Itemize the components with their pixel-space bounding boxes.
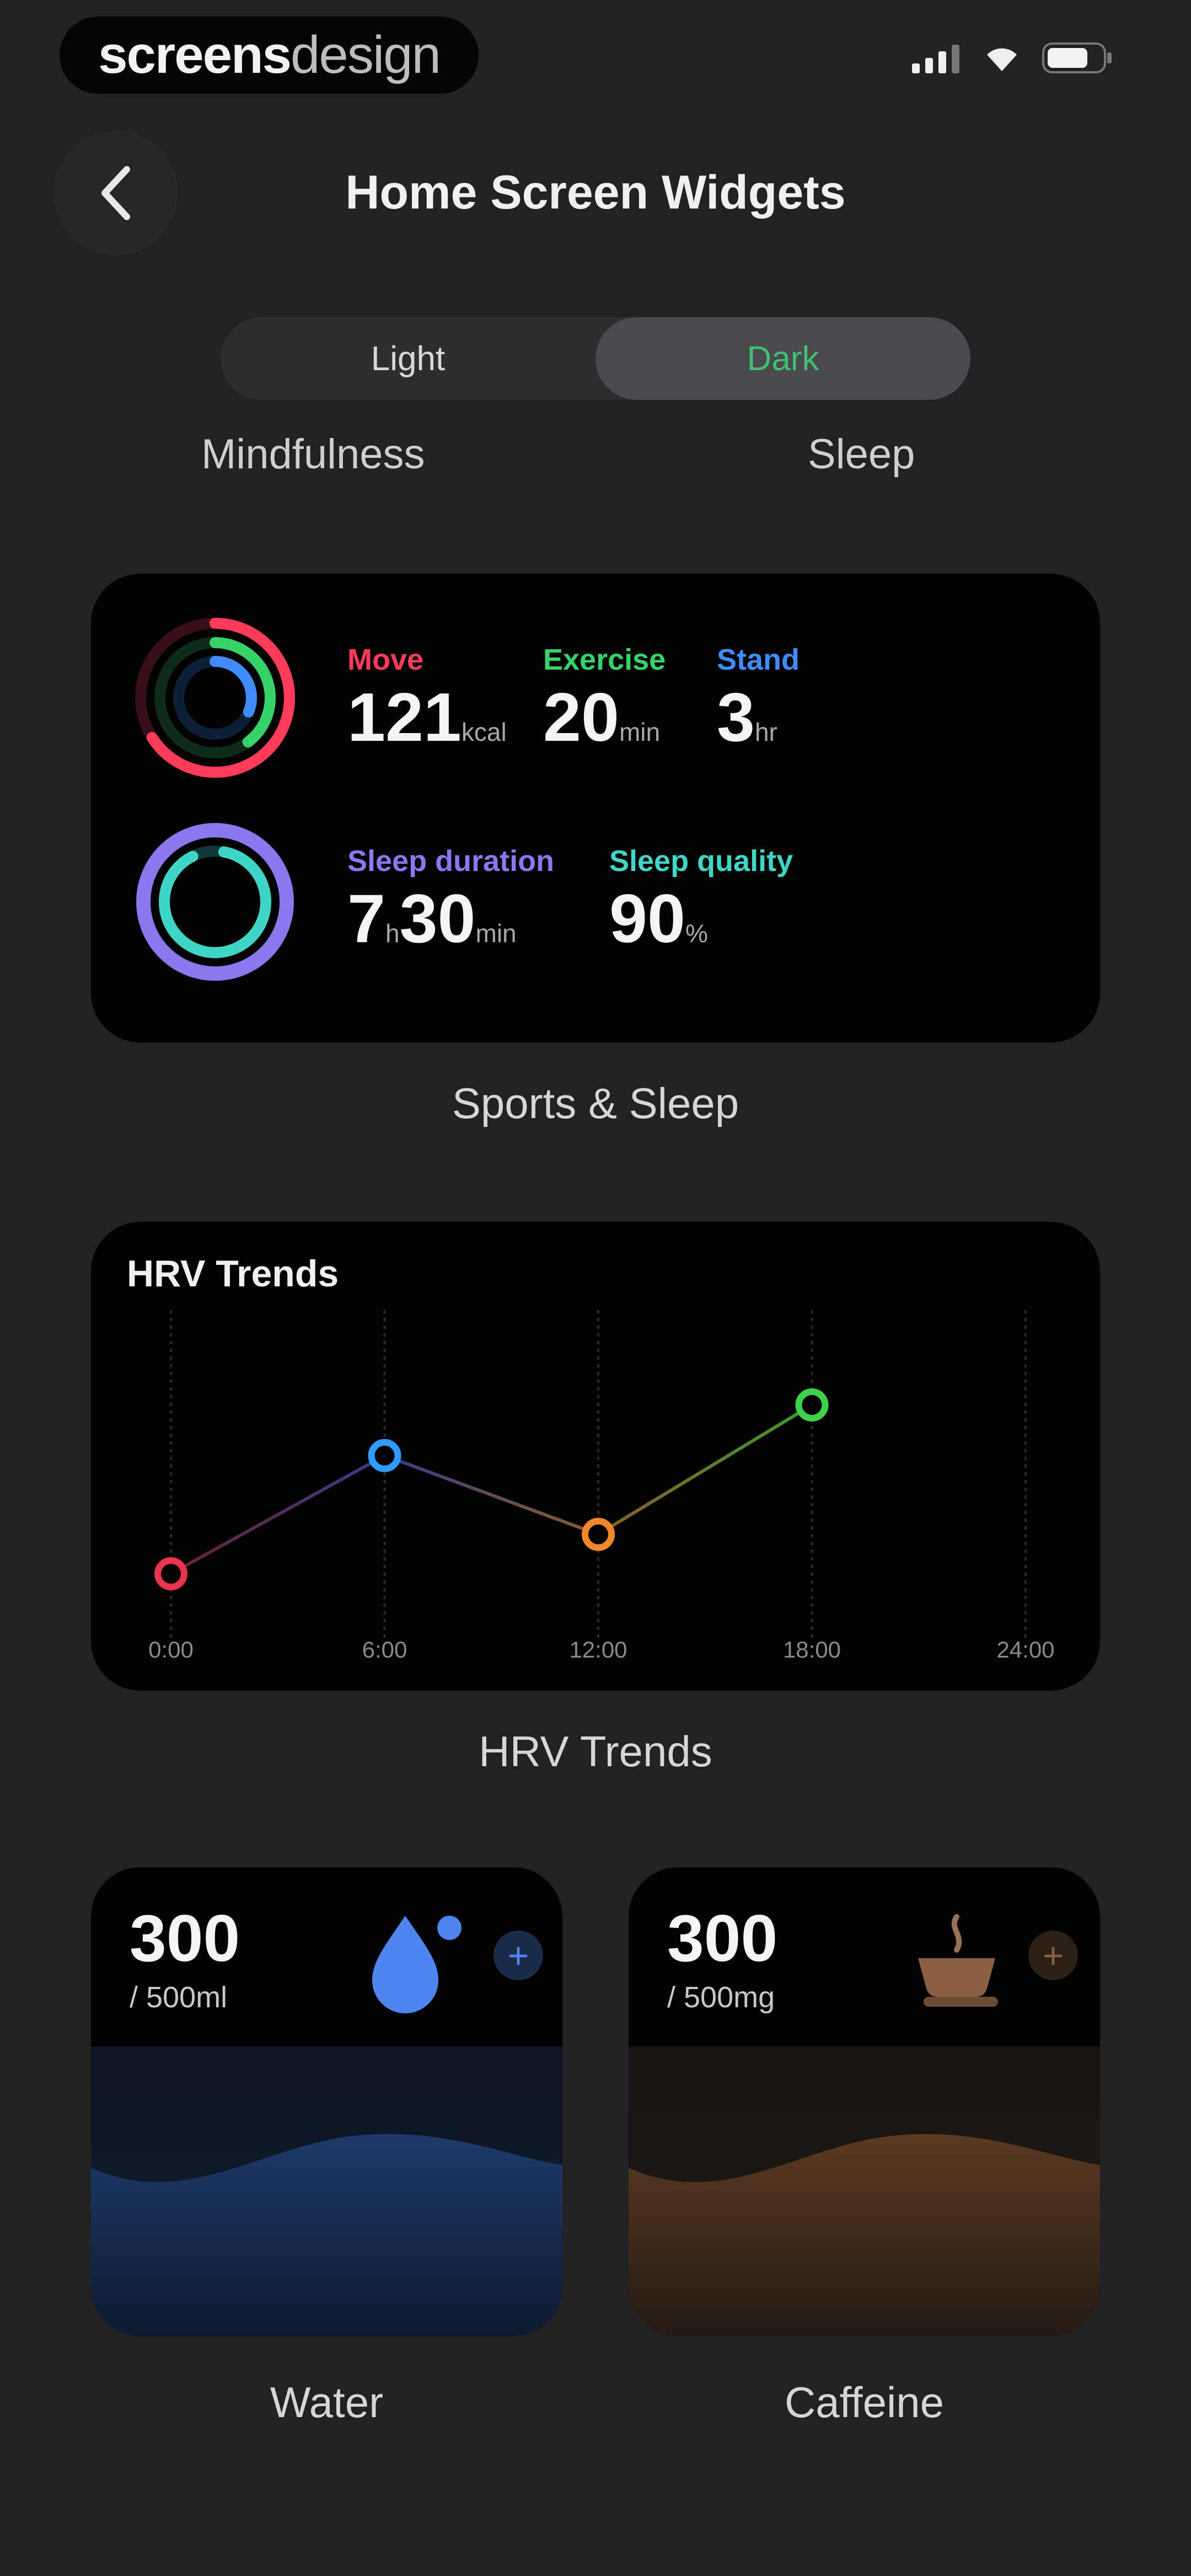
water-goal: / 500ml (130, 1981, 228, 2014)
exercise-value: 20 (543, 680, 619, 756)
caffeine-goal: / 500mg (667, 1981, 775, 2014)
brand-logo: screens design (60, 17, 479, 94)
wifi-icon (987, 48, 1017, 71)
category-tab-mindfulness[interactable]: Mindfulness (201, 430, 425, 478)
hrv-x-tick-label: 6:00 (362, 1637, 407, 1663)
move-label: Move (347, 643, 424, 676)
sleep-minutes-unit: min (475, 919, 517, 948)
sleep-duration-metric: 7h30min (347, 880, 517, 958)
move-value: 121 (347, 680, 462, 756)
brand-logo-text-light: design (291, 25, 441, 84)
caffeine-wave-fill (629, 2046, 1100, 2336)
status-icons (912, 41, 1114, 74)
sleep-rings-icon (136, 823, 294, 981)
caffeine-value: 300 (667, 1901, 778, 1975)
hrv-line-chart: 0:00 6:00 12:00 18:00 24:00 (148, 1310, 1055, 1663)
stand-value: 3 (717, 680, 755, 756)
water-caption: Water (270, 2378, 384, 2427)
segment-dark[interactable]: Dark (596, 317, 970, 400)
sleep-quality-unit: % (685, 919, 708, 948)
plus-icon: + (507, 1935, 529, 1976)
exercise-unit: min (619, 718, 661, 746)
hrv-series-line (170, 1403, 813, 1575)
hrv-x-tick-label: 12:00 (569, 1637, 627, 1663)
hrv-x-tick-label: 18:00 (783, 1637, 841, 1663)
coffee-cup-icon (918, 1914, 998, 2007)
stand-unit: hr (754, 718, 777, 746)
hrv-caption: HRV Trends (479, 1727, 712, 1776)
sleep-hours-unit: h (385, 919, 400, 948)
caffeine-add-button[interactable]: + (1028, 1931, 1078, 1980)
sleep-minutes-value: 30 (399, 881, 476, 957)
sleep-hours-value: 7 (347, 881, 385, 957)
sleep-quality-value: 90 (609, 881, 685, 957)
segment-light[interactable]: Light (221, 317, 596, 400)
water-drop-icon (372, 1916, 462, 2013)
cellular-signal-icon (912, 45, 959, 73)
theme-segmented-control: Light Dark (221, 317, 970, 400)
exercise-label: Exercise (543, 643, 666, 676)
water-add-button[interactable]: + (493, 1931, 543, 1980)
sleep-quality-label: Sleep quality (609, 845, 793, 878)
category-tab-sleep[interactable]: Sleep (808, 430, 915, 478)
activity-rings-icon (135, 618, 295, 778)
page-title: Home Screen Widgets (345, 166, 846, 219)
battery-icon (1042, 42, 1112, 73)
water-wave-fill (91, 2046, 562, 2336)
sleep-duration-label: Sleep duration (347, 845, 555, 878)
stand-metric: 3hr (717, 678, 777, 757)
hrv-data-point (582, 1517, 615, 1551)
hrv-data-point (368, 1439, 401, 1472)
move-metric: 121kcal (347, 678, 507, 757)
hrv-data-point (795, 1388, 829, 1421)
hrv-x-tick-label: 0:00 (148, 1637, 194, 1663)
water-value: 300 (130, 1901, 240, 1975)
plus-icon: + (1042, 1935, 1064, 1976)
brand-logo-text-bold: screens (98, 25, 292, 84)
hrv-data-point (154, 1557, 187, 1590)
hrv-x-tick-label: 24:00 (996, 1637, 1054, 1663)
caffeine-caption: Caffeine (784, 2378, 945, 2427)
sports-sleep-caption: Sports & Sleep (452, 1079, 739, 1127)
exercise-metric: 20min (543, 678, 660, 757)
move-unit: kcal (461, 718, 507, 746)
stand-label: Stand (717, 643, 800, 676)
sleep-quality-metric: 90% (609, 880, 708, 958)
